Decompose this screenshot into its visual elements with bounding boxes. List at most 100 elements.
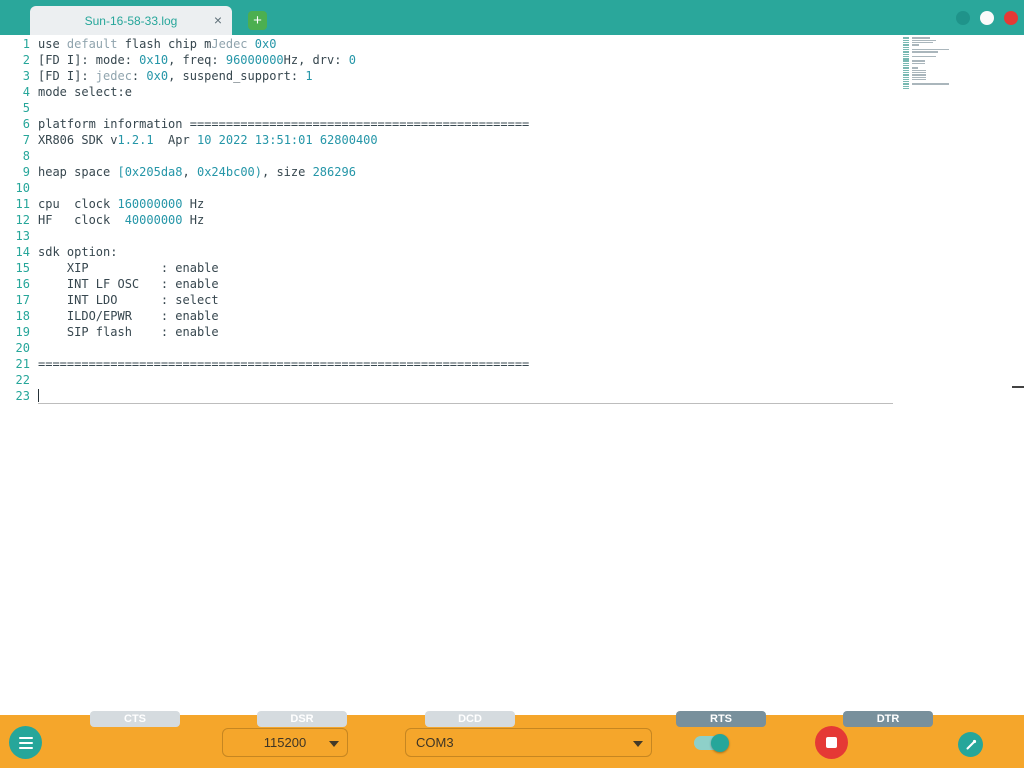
log-line[interactable]: 10 xyxy=(4,180,893,196)
log-line[interactable]: 16 INT LF OSC : enable xyxy=(4,276,893,292)
line-text: [FD I]: mode: 0x10, freq: 96000000Hz, dr… xyxy=(38,52,893,68)
line-number: 2 xyxy=(4,52,30,68)
log-line[interactable]: 9 heap space [0x205da8, 0x24bc00), size 2… xyxy=(4,164,893,180)
chevron-down-icon xyxy=(633,741,643,747)
baud-rate-select[interactable]: 115200 xyxy=(222,728,348,757)
log-line[interactable]: 2 [FD I]: mode: 0x10, freq: 96000000Hz, d… xyxy=(4,52,893,68)
line-text: XIP : enable xyxy=(38,260,893,276)
menu-button[interactable] xyxy=(9,726,42,759)
log-line[interactable]: 7 XR806 SDK v1.2.1 Apr 10 2022 13:51:01 6… xyxy=(4,132,893,148)
line-text: ========================================… xyxy=(38,356,893,372)
stop-icon xyxy=(826,737,837,748)
line-text: INT LDO : select xyxy=(38,292,893,308)
log-line[interactable]: 20 xyxy=(4,340,893,356)
log-line[interactable]: 23 xyxy=(4,388,893,404)
com-port-value: COM3 xyxy=(416,735,454,750)
line-number: 17 xyxy=(4,292,30,308)
line-text: XR806 SDK v1.2.1 Apr 10 2022 13:51:01 62… xyxy=(38,132,893,148)
com-port-select[interactable]: COM3 xyxy=(405,728,652,757)
line-text: SIP flash : enable xyxy=(38,324,893,340)
maximize-button[interactable] xyxy=(980,11,994,25)
status-bar: CTSDSRDCDRTSDTR 115200 COM3 xyxy=(0,715,1024,768)
text-caret xyxy=(38,389,39,402)
log-tab[interactable]: Sun-16-58-33.log × xyxy=(30,6,232,35)
line-number: 20 xyxy=(4,340,30,356)
signal-dsr[interactable]: DSR xyxy=(257,711,347,727)
send-edit-button[interactable] xyxy=(958,732,983,757)
stop-button[interactable] xyxy=(815,726,848,759)
line-number: 12 xyxy=(4,212,30,228)
line-number: 13 xyxy=(4,228,30,244)
line-number: 1 xyxy=(4,36,30,52)
line-number: 19 xyxy=(4,324,30,340)
line-number: 14 xyxy=(4,244,30,260)
line-text: INT LF OSC : enable xyxy=(38,276,893,292)
line-number: 7 xyxy=(4,132,30,148)
log-line[interactable]: 18 ILDO/EPWR : enable xyxy=(4,308,893,324)
log-line[interactable]: 8 xyxy=(4,148,893,164)
log-line[interactable]: 13 xyxy=(4,228,893,244)
line-text: [FD I]: jedec: 0x0, suspend_support: 1 xyxy=(38,68,893,84)
line-text: heap space [0x205da8, 0x24bc00), size 28… xyxy=(38,164,893,180)
line-text xyxy=(38,148,893,164)
line-number: 11 xyxy=(4,196,30,212)
log-line[interactable]: 11 cpu clock 160000000 Hz xyxy=(4,196,893,212)
signal-dtr[interactable]: DTR xyxy=(843,711,933,727)
log-line[interactable]: 5 xyxy=(4,100,893,116)
log-line[interactable]: 15 XIP : enable xyxy=(4,260,893,276)
tab-close-icon[interactable]: × xyxy=(214,12,222,28)
line-number: 18 xyxy=(4,308,30,324)
line-number: 22 xyxy=(4,372,30,388)
minimize-button[interactable] xyxy=(956,11,970,25)
line-number: 16 xyxy=(4,276,30,292)
line-text xyxy=(38,228,893,244)
line-number: 10 xyxy=(4,180,30,196)
log-line[interactable]: 19 SIP flash : enable xyxy=(4,324,893,340)
hamburger-icon xyxy=(19,737,33,749)
line-text: sdk option: xyxy=(38,244,893,260)
log-line[interactable]: 1 use default flash chip mJedec 0x0 xyxy=(4,36,893,52)
rts-toggle[interactable] xyxy=(694,736,728,750)
log-editor[interactable]: 1 use default flash chip mJedec 0x0 2 [FD I… xyxy=(0,35,1024,715)
line-text xyxy=(38,100,893,116)
line-text xyxy=(38,340,893,356)
line-text: ILDO/EPWR : enable xyxy=(38,308,893,324)
chevron-down-icon xyxy=(329,741,339,747)
minimap[interactable] xyxy=(903,37,975,93)
line-text: platform information ===================… xyxy=(38,116,893,132)
signal-dcd[interactable]: DCD xyxy=(425,711,515,727)
line-text xyxy=(38,372,893,388)
line-number: 9 xyxy=(4,164,30,180)
log-line[interactable]: 3 [FD I]: jedec: 0x0, suspend_support: 1 xyxy=(4,68,893,84)
log-line[interactable]: 4 mode select:e xyxy=(4,84,893,100)
line-number: 23 xyxy=(4,388,30,404)
line-text: cpu clock 160000000 Hz xyxy=(38,196,893,212)
line-text: mode select:e xyxy=(38,84,893,100)
log-line[interactable]: 21 ======================================… xyxy=(4,356,893,372)
pencil-icon xyxy=(965,739,977,751)
line-number: 4 xyxy=(4,84,30,100)
line-number: 15 xyxy=(4,260,30,276)
tab-bar: Sun-16-58-33.log × + xyxy=(0,0,1024,35)
log-line[interactable]: 12 HF clock 40000000 Hz xyxy=(4,212,893,228)
baud-rate-value: 115200 xyxy=(264,735,306,750)
log-line[interactable]: 22 xyxy=(4,372,893,388)
log-line[interactable]: 14 sdk option: xyxy=(4,244,893,260)
scrollbar-cursor-marker[interactable] xyxy=(1012,386,1024,388)
line-number: 6 xyxy=(4,116,30,132)
line-text xyxy=(38,180,893,196)
log-line[interactable]: 17 INT LDO : select xyxy=(4,292,893,308)
new-tab-button[interactable]: + xyxy=(248,11,267,30)
signal-cts[interactable]: CTS xyxy=(90,711,180,727)
line-number: 5 xyxy=(4,100,30,116)
tab-title: Sun-16-58-33.log xyxy=(85,14,178,28)
log-line[interactable]: 6 platform information ==================… xyxy=(4,116,893,132)
line-number: 8 xyxy=(4,148,30,164)
line-text: use default flash chip mJedec 0x0 xyxy=(38,36,893,52)
close-window-button[interactable] xyxy=(1004,11,1018,25)
line-number: 3 xyxy=(4,68,30,84)
signal-rts[interactable]: RTS xyxy=(676,711,766,727)
toggle-knob xyxy=(711,734,729,752)
line-number: 21 xyxy=(4,356,30,372)
line-text: HF clock 40000000 Hz xyxy=(38,212,893,228)
